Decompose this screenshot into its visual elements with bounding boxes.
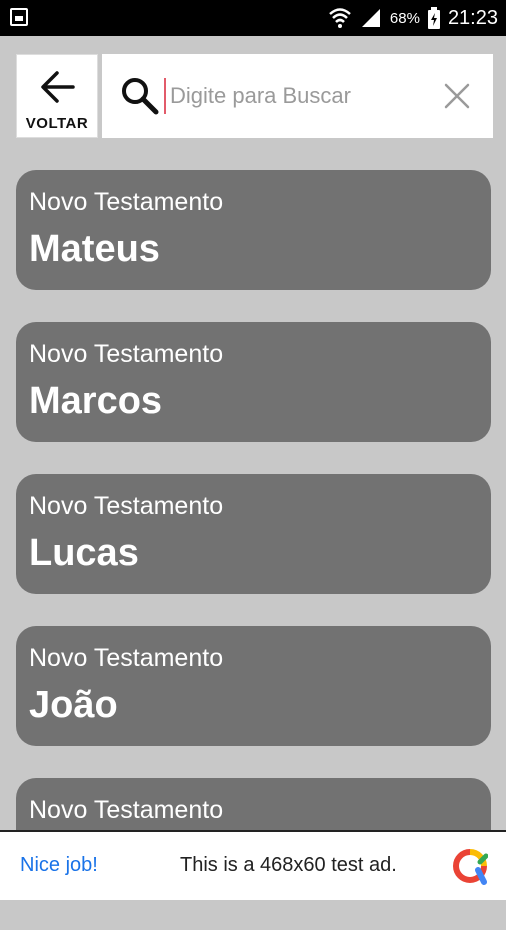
book-testament: Novo Testamento (29, 644, 224, 672)
clock: 21:23 (447, 6, 498, 29)
book-name: Marcos (29, 380, 163, 422)
search-icon (122, 78, 159, 115)
book-card-mateus[interactable]: Novo Testamento Mateus (16, 170, 491, 290)
notification-icon (10, 8, 28, 26)
ad-logo-icon (453, 849, 488, 885)
book-card-marcos[interactable]: Novo Testamento Marcos (16, 322, 491, 442)
arrow-left-icon (41, 71, 75, 103)
wifi-icon (329, 8, 351, 28)
back-button[interactable]: VOLTAR (16, 54, 98, 138)
book-testament: Novo Testamento (29, 492, 224, 520)
book-testament: Novo Testamento (29, 188, 224, 216)
ad-banner[interactable]: Nice job! This is a 468x60 test ad. (0, 830, 506, 900)
book-name: João (29, 684, 118, 726)
book-list: Novo Testamento Mateus Novo Testamento M… (16, 170, 491, 930)
status-icons: 68% 21:23 (328, 0, 498, 36)
book-testament: Novo Testamento (29, 340, 224, 368)
toolbar: VOLTAR (16, 54, 493, 138)
back-label: VOLTAR (25, 115, 89, 132)
book-name: Lucas (29, 532, 139, 574)
search-box (102, 54, 493, 138)
signal-icon (361, 9, 380, 27)
search-input[interactable] (164, 78, 440, 114)
status-bar: 68% 21:23 (0, 0, 506, 36)
book-card-lucas[interactable]: Novo Testamento Lucas (16, 474, 491, 594)
book-name: Mateus (29, 228, 160, 270)
ad-text: This is a 468x60 test ad. (180, 854, 397, 876)
battery-icon (427, 7, 440, 29)
ad-cta-link[interactable]: Nice job! (20, 854, 98, 877)
battery-percentage: 68% (389, 9, 420, 27)
book-card-joao[interactable]: Novo Testamento João (16, 626, 491, 746)
close-icon[interactable] (443, 82, 471, 110)
book-testament: Novo Testamento (29, 796, 224, 824)
